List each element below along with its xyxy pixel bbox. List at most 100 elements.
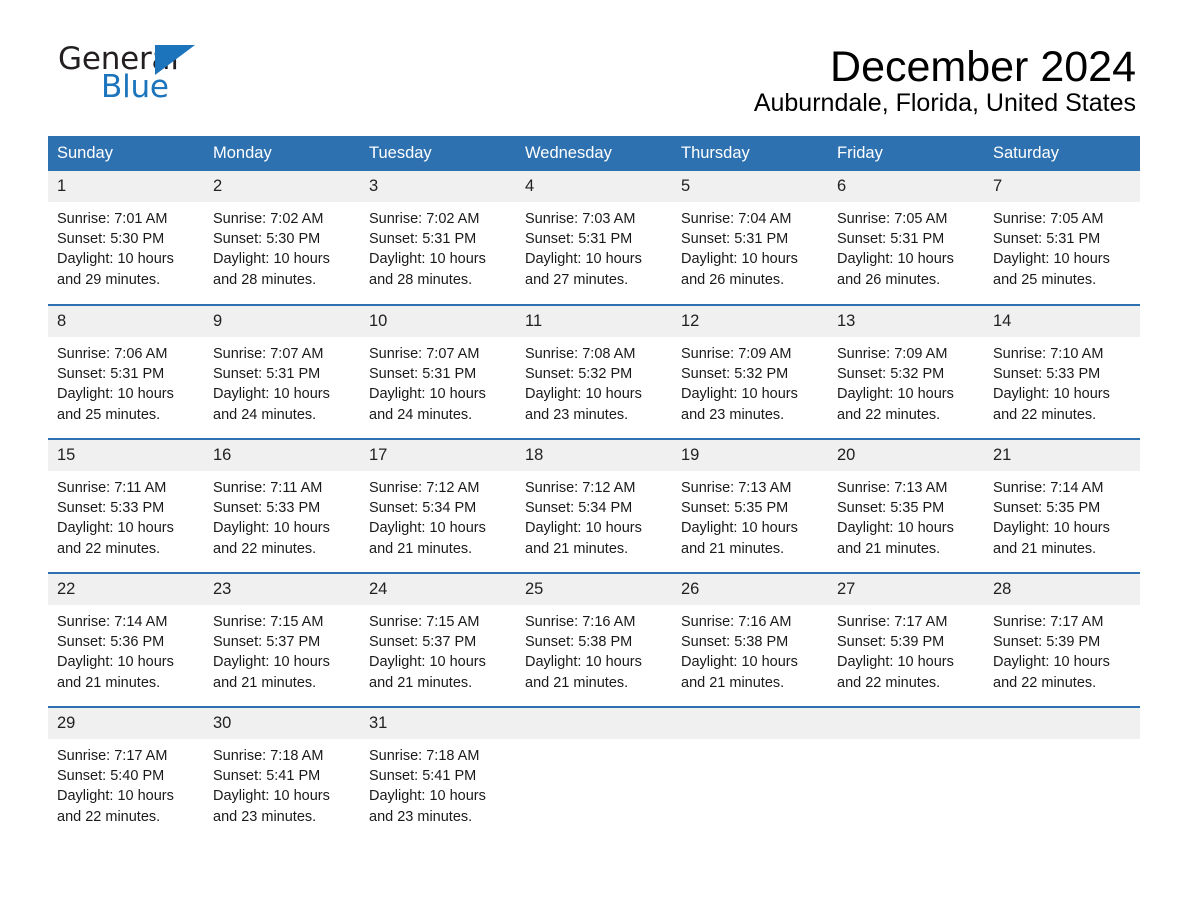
day-details: Sunrise: 7:12 AM Sunset: 5:34 PM Dayligh… — [360, 471, 516, 559]
day-number: 18 — [516, 440, 672, 471]
daylight-text-line2: and 21 minutes. — [369, 540, 473, 557]
daylight-text-line1: Daylight: 10 hours — [525, 520, 642, 537]
day-number: 16 — [204, 440, 360, 471]
day-cell[interactable]: 26 Sunrise: 7:16 AM Sunset: 5:38 PM Dayl… — [672, 572, 828, 707]
day-cell[interactable]: 21 Sunrise: 7:14 AM Sunset: 5:35 PM Dayl… — [984, 438, 1140, 573]
calendar-week-row: 15 Sunrise: 7:11 AM Sunset: 5:33 PM Dayl… — [48, 438, 1140, 573]
day-cell[interactable]: 30 Sunrise: 7:18 AM Sunset: 5:41 PM Dayl… — [204, 706, 360, 827]
day-cell[interactable]: 10 Sunrise: 7:07 AM Sunset: 5:31 PM Dayl… — [360, 304, 516, 439]
calendar-table: Sunday Monday Tuesday Wednesday Thursday… — [48, 136, 1140, 827]
sunrise-text: Sunrise: 7:12 AM — [525, 480, 636, 496]
day-cell[interactable]: 23 Sunrise: 7:15 AM Sunset: 5:37 PM Dayl… — [204, 572, 360, 707]
day-details: Sunrise: 7:02 AM Sunset: 5:30 PM Dayligh… — [204, 202, 360, 290]
day-cell[interactable]: 14 Sunrise: 7:10 AM Sunset: 5:33 PM Dayl… — [984, 304, 1140, 439]
sunset-text: Sunset: 5:36 PM — [57, 634, 165, 651]
daylight-text-line1: Daylight: 10 hours — [57, 788, 174, 805]
day-cell[interactable]: 6 Sunrise: 7:05 AM Sunset: 5:31 PM Dayli… — [828, 171, 984, 305]
day-cell[interactable]: 29 Sunrise: 7:17 AM Sunset: 5:40 PM Dayl… — [48, 706, 204, 827]
day-number — [828, 708, 984, 739]
day-details: Sunrise: 7:11 AM Sunset: 5:33 PM Dayligh… — [204, 471, 360, 559]
calendar-body: 1 Sunrise: 7:01 AM Sunset: 5:30 PM Dayli… — [48, 171, 1140, 827]
calendar-week-row: 29 Sunrise: 7:17 AM Sunset: 5:40 PM Dayl… — [48, 706, 1140, 827]
sunrise-text: Sunrise: 7:07 AM — [369, 346, 480, 362]
sunrise-text: Sunrise: 7:06 AM — [57, 346, 168, 362]
day-cell[interactable]: 19 Sunrise: 7:13 AM Sunset: 5:35 PM Dayl… — [672, 438, 828, 573]
daylight-text-line1: Daylight: 10 hours — [213, 251, 330, 268]
day-cell[interactable]: 9 Sunrise: 7:07 AM Sunset: 5:31 PM Dayli… — [204, 304, 360, 439]
day-number: 21 — [984, 440, 1140, 471]
day-cell[interactable]: 4 Sunrise: 7:03 AM Sunset: 5:31 PM Dayli… — [516, 171, 672, 305]
sunrise-text: Sunrise: 7:11 AM — [57, 480, 167, 496]
day-cell[interactable]: 24 Sunrise: 7:15 AM Sunset: 5:37 PM Dayl… — [360, 572, 516, 707]
generalblue-logo[interactable]: General Blue — [58, 42, 208, 104]
sunrise-text: Sunrise: 7:07 AM — [213, 346, 324, 362]
day-cell[interactable]: 31 Sunrise: 7:18 AM Sunset: 5:41 PM Dayl… — [360, 706, 516, 827]
day-cell[interactable]: 27 Sunrise: 7:17 AM Sunset: 5:39 PM Dayl… — [828, 572, 984, 707]
day-number: 14 — [984, 306, 1140, 337]
day-details: Sunrise: 7:05 AM Sunset: 5:31 PM Dayligh… — [984, 202, 1140, 290]
day-cell[interactable]: 15 Sunrise: 7:11 AM Sunset: 5:33 PM Dayl… — [48, 438, 204, 573]
day-cell[interactable]: 8 Sunrise: 7:06 AM Sunset: 5:31 PM Dayli… — [48, 304, 204, 439]
day-number — [672, 708, 828, 739]
day-cell[interactable]: 13 Sunrise: 7:09 AM Sunset: 5:32 PM Dayl… — [828, 304, 984, 439]
day-cell[interactable]: 25 Sunrise: 7:16 AM Sunset: 5:38 PM Dayl… — [516, 572, 672, 707]
day-cell[interactable]: 11 Sunrise: 7:08 AM Sunset: 5:32 PM Dayl… — [516, 304, 672, 439]
daylight-text-line2: and 27 minutes. — [525, 271, 629, 288]
daylight-text-line1: Daylight: 10 hours — [525, 654, 642, 671]
day-number: 17 — [360, 440, 516, 471]
day-number: 15 — [48, 440, 204, 471]
sunrise-text: Sunrise: 7:05 AM — [993, 211, 1104, 227]
day-cell[interactable]: 20 Sunrise: 7:13 AM Sunset: 5:35 PM Dayl… — [828, 438, 984, 573]
daylight-text-line1: Daylight: 10 hours — [993, 520, 1110, 537]
sunset-text: Sunset: 5:31 PM — [837, 231, 945, 248]
day-number: 9 — [204, 306, 360, 337]
weekday-header-saturday: Saturday — [984, 136, 1140, 171]
sunrise-text: Sunrise: 7:18 AM — [369, 748, 480, 764]
sunrise-text: Sunrise: 7:17 AM — [993, 614, 1104, 630]
location-subtitle: Auburndale, Florida, United States — [753, 89, 1136, 117]
sunrise-text: Sunrise: 7:02 AM — [369, 211, 480, 227]
day-number — [984, 708, 1140, 739]
weekday-header-sunday: Sunday — [48, 136, 204, 171]
sunset-text: Sunset: 5:31 PM — [213, 366, 321, 383]
day-cell[interactable]: 16 Sunrise: 7:11 AM Sunset: 5:33 PM Dayl… — [204, 438, 360, 573]
day-details: Sunrise: 7:05 AM Sunset: 5:31 PM Dayligh… — [828, 202, 984, 290]
weekday-header-thursday: Thursday — [672, 136, 828, 171]
day-details: Sunrise: 7:02 AM Sunset: 5:31 PM Dayligh… — [360, 202, 516, 290]
day-cell[interactable]: 2 Sunrise: 7:02 AM Sunset: 5:30 PM Dayli… — [204, 171, 360, 305]
daylight-text-line1: Daylight: 10 hours — [993, 251, 1110, 268]
daylight-text-line2: and 21 minutes. — [369, 674, 473, 691]
day-cell[interactable]: 17 Sunrise: 7:12 AM Sunset: 5:34 PM Dayl… — [360, 438, 516, 573]
sunrise-text: Sunrise: 7:15 AM — [369, 614, 480, 630]
sunset-text: Sunset: 5:37 PM — [213, 634, 321, 651]
sunrise-text: Sunrise: 7:01 AM — [57, 211, 168, 227]
day-details: Sunrise: 7:06 AM Sunset: 5:31 PM Dayligh… — [48, 337, 204, 425]
day-cell[interactable]: 12 Sunrise: 7:09 AM Sunset: 5:32 PM Dayl… — [672, 304, 828, 439]
daylight-text-line1: Daylight: 10 hours — [525, 251, 642, 268]
day-cell[interactable]: 5 Sunrise: 7:04 AM Sunset: 5:31 PM Dayli… — [672, 171, 828, 305]
day-cell-empty — [984, 706, 1140, 827]
day-cell[interactable]: 28 Sunrise: 7:17 AM Sunset: 5:39 PM Dayl… — [984, 572, 1140, 707]
day-cell[interactable]: 1 Sunrise: 7:01 AM Sunset: 5:30 PM Dayli… — [48, 171, 204, 305]
sunrise-text: Sunrise: 7:02 AM — [213, 211, 324, 227]
day-cell[interactable]: 22 Sunrise: 7:14 AM Sunset: 5:36 PM Dayl… — [48, 572, 204, 707]
day-cell[interactable]: 18 Sunrise: 7:12 AM Sunset: 5:34 PM Dayl… — [516, 438, 672, 573]
daylight-text-line1: Daylight: 10 hours — [837, 520, 954, 537]
sunset-text: Sunset: 5:31 PM — [369, 231, 477, 248]
daylight-text-line1: Daylight: 10 hours — [993, 654, 1110, 671]
day-details: Sunrise: 7:15 AM Sunset: 5:37 PM Dayligh… — [360, 605, 516, 693]
daylight-text-line1: Daylight: 10 hours — [369, 251, 486, 268]
daylight-text-line2: and 25 minutes. — [57, 406, 161, 423]
day-details: Sunrise: 7:14 AM Sunset: 5:35 PM Dayligh… — [984, 471, 1140, 559]
sunrise-text: Sunrise: 7:13 AM — [837, 480, 948, 496]
day-details: Sunrise: 7:09 AM Sunset: 5:32 PM Dayligh… — [672, 337, 828, 425]
daylight-text-line2: and 23 minutes. — [525, 406, 629, 423]
daylight-text-line2: and 22 minutes. — [993, 406, 1097, 423]
page-title: December 2024 — [830, 43, 1136, 91]
day-details: Sunrise: 7:04 AM Sunset: 5:31 PM Dayligh… — [672, 202, 828, 290]
day-cell[interactable]: 3 Sunrise: 7:02 AM Sunset: 5:31 PM Dayli… — [360, 171, 516, 305]
day-number — [516, 708, 672, 739]
daylight-text-line2: and 21 minutes. — [837, 540, 941, 557]
day-cell[interactable]: 7 Sunrise: 7:05 AM Sunset: 5:31 PM Dayli… — [984, 171, 1140, 305]
daylight-text-line1: Daylight: 10 hours — [681, 251, 798, 268]
